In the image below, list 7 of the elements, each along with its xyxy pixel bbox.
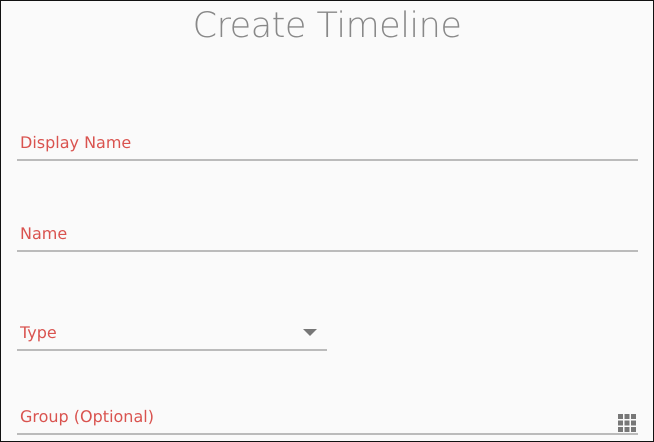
- input-field[interactable]: Name: [17, 224, 638, 243]
- dialog-title: Create Timeline: [192, 5, 462, 48]
- grid-icon[interactable]: [618, 414, 636, 432]
- input-field[interactable]: Group (Optional): [17, 407, 618, 426]
- input-field[interactable]: Display Name: [17, 133, 638, 152]
- select-field[interactable]: Type: [17, 323, 303, 342]
- dropdown-icon: [303, 329, 317, 336]
